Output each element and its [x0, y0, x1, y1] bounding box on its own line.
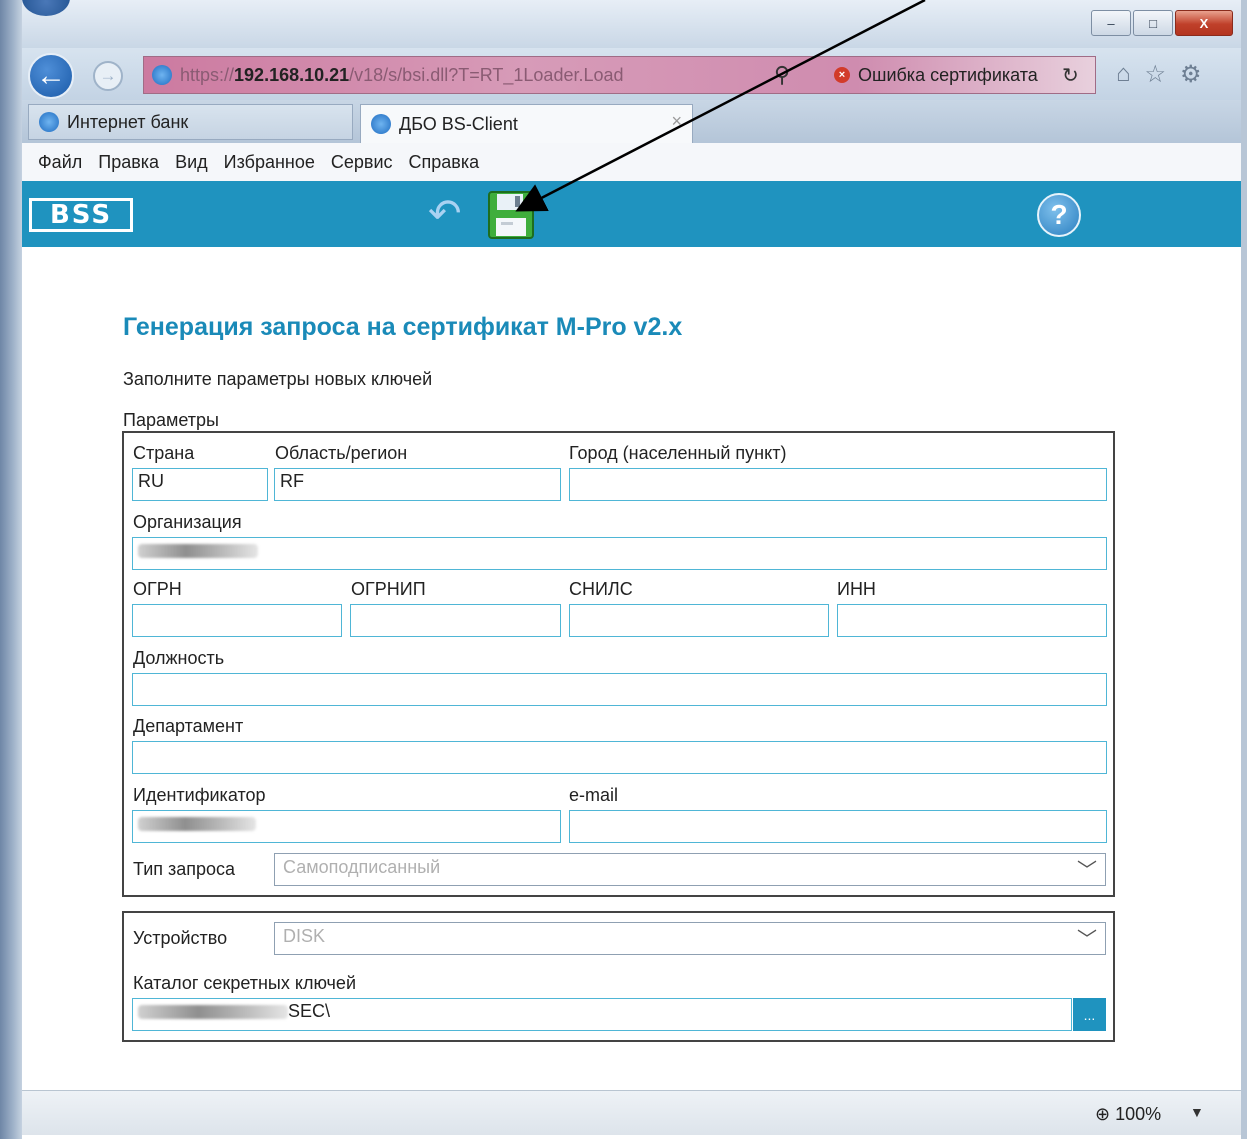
redacted-value: [138, 817, 256, 832]
device-select[interactable]: DISK ﹀: [274, 922, 1106, 955]
zoom-level[interactable]: ⊕ 100%: [1095, 1104, 1161, 1125]
position-field[interactable]: [132, 673, 1107, 706]
tab-internet-bank[interactable]: Интернет банк: [28, 104, 353, 140]
arrow-left-icon: ←: [36, 59, 66, 92]
city-label: Город (населенный пункт): [569, 443, 787, 463]
floppy-save-icon: [488, 191, 534, 239]
keys-dir-field[interactable]: SEC\: [132, 998, 1072, 1031]
email-label: e-mail: [569, 785, 619, 805]
form-subtitle: Заполните параметры новых ключей: [123, 369, 433, 389]
zoom-dropdown-icon[interactable]: ▼: [1190, 1104, 1204, 1120]
organization-label: Организация: [133, 512, 242, 532]
status-bar: [22, 1090, 1241, 1135]
cert-error-icon: ×: [834, 67, 850, 83]
keys-dir-value: SEC\: [288, 1001, 331, 1021]
menu-edit[interactable]: Правка: [98, 152, 159, 173]
help-button[interactable]: ?: [1037, 193, 1081, 237]
device-value: DISK: [283, 926, 326, 946]
search-icon[interactable]: ⚲: [774, 62, 790, 88]
menu-file[interactable]: Файл: [38, 152, 82, 173]
arrow-right-icon: →: [99, 66, 117, 85]
window-frame-right: [1241, 0, 1247, 1139]
close-button[interactable]: X: [1175, 10, 1233, 36]
organization-field[interactable]: [132, 537, 1107, 570]
ie-tab-icon: [371, 114, 391, 134]
star-icon[interactable]: ☆: [1145, 60, 1167, 89]
home-icon[interactable]: ⌂: [1116, 60, 1131, 89]
redacted-value: [138, 544, 258, 559]
ogrn-field[interactable]: [132, 604, 342, 637]
country-field[interactable]: RU: [132, 468, 268, 501]
keys-dir-label: Каталог секретных ключей: [133, 973, 356, 993]
menu-bar: Файл Правка Вид Избранное Сервис Справка: [22, 143, 1241, 182]
tab-label: ДБО BS-Client: [399, 113, 518, 134]
menu-favorites[interactable]: Избранное: [224, 152, 315, 173]
ogrnip-label: ОГРНИП: [351, 579, 426, 599]
ie-tab-icon: [39, 112, 59, 132]
url-host: 192.168.10.21: [234, 65, 350, 85]
gear-icon[interactable]: ⚙: [1180, 60, 1202, 89]
country-label: Страна: [133, 443, 195, 463]
snils-label: СНИЛС: [569, 579, 633, 599]
tab-label: Интернет банк: [67, 111, 189, 132]
department-label: Департамент: [133, 716, 244, 736]
params-group-label: Параметры: [123, 410, 219, 430]
back-button[interactable]: ←: [28, 53, 74, 99]
ogrnip-field[interactable]: [350, 604, 561, 637]
minimize-button[interactable]: –: [1091, 10, 1131, 36]
zoom-value: 100%: [1115, 1104, 1162, 1124]
city-field[interactable]: [569, 468, 1107, 501]
menu-help[interactable]: Справка: [409, 152, 480, 173]
address-bar[interactable]: https://192.168.10.21/v18/s/bsi.dll?T=RT…: [143, 56, 1096, 94]
request-type-select[interactable]: Самоподписанный ﹀: [274, 853, 1106, 886]
url-path: /v18/s/bsi.dll?T=RT_1Loader.Load: [349, 65, 624, 85]
region-field[interactable]: RF: [274, 468, 561, 501]
browser-toolbar-icons: ⌂ ☆ ⚙: [1116, 60, 1202, 89]
browse-button[interactable]: ...: [1073, 998, 1106, 1031]
email-field[interactable]: [569, 810, 1107, 843]
chevron-down-icon: ﹀: [1077, 929, 1097, 951]
redacted-value: [138, 1005, 288, 1020]
inn-label: ИНН: [837, 579, 876, 599]
cert-error-label[interactable]: Ошибка сертификата: [858, 65, 1038, 86]
maximize-button[interactable]: □: [1133, 10, 1173, 36]
request-type-value: Самоподписанный: [283, 857, 441, 877]
ie-window-icon: [22, 0, 70, 16]
url-text: https://192.168.10.21/v18/s/bsi.dll?T=RT…: [180, 65, 624, 86]
snils-field[interactable]: [569, 604, 829, 637]
request-type-label: Тип запроса: [133, 859, 236, 879]
identifier-label: Идентификатор: [133, 785, 266, 805]
undo-icon: ↶: [428, 192, 462, 236]
tab-dbo-bs-client[interactable]: ДБО BS-Client ×: [360, 104, 693, 143]
menu-view[interactable]: Вид: [175, 152, 208, 173]
url-prefix: https://: [180, 65, 235, 85]
chevron-down-icon: ﹀: [1077, 860, 1097, 882]
ogrn-label: ОГРН: [133, 579, 182, 599]
identifier-field[interactable]: [132, 810, 561, 843]
device-label: Устройство: [133, 928, 228, 948]
ie-page-icon: [152, 65, 172, 85]
region-label: Область/регион: [275, 443, 408, 463]
position-label: Должность: [133, 648, 225, 668]
close-tab-icon[interactable]: ×: [671, 111, 682, 132]
undo-button[interactable]: ↶: [428, 194, 480, 234]
menu-tools[interactable]: Сервис: [331, 152, 393, 173]
page-title: Генерация запроса на сертификат M-Pro v2…: [123, 313, 683, 341]
department-field[interactable]: [132, 741, 1107, 774]
save-button[interactable]: [488, 191, 534, 239]
window-controls: – □ X: [1091, 10, 1233, 36]
inn-field[interactable]: [837, 604, 1107, 637]
refresh-icon[interactable]: ↻: [1062, 63, 1079, 88]
forward-button[interactable]: →: [93, 61, 123, 91]
window-titlebar: – □ X: [22, 0, 1241, 48]
bss-logo: BSS: [29, 198, 133, 232]
window-frame-left: [0, 0, 22, 1139]
